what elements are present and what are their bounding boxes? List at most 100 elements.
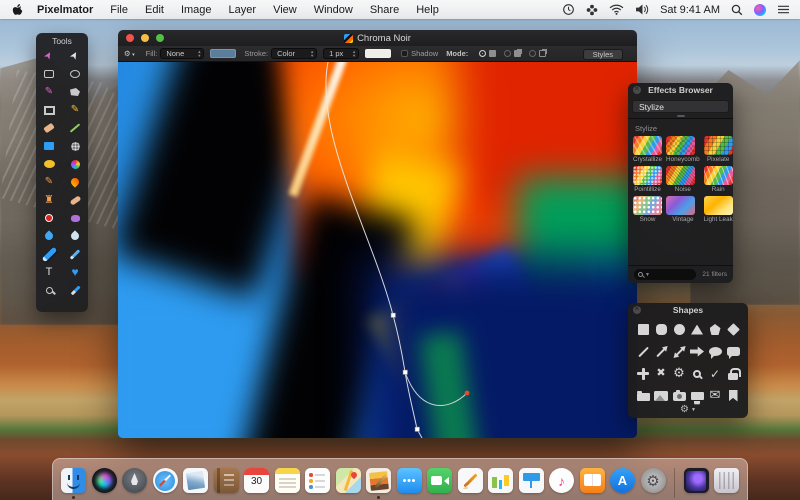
line-tool[interactable] [66,121,84,135]
dock-icon-appstore[interactable] [610,468,635,493]
shape-rounded-square[interactable] [654,323,669,336]
zoom-button[interactable] [156,34,164,42]
sponge-tool[interactable] [66,211,84,225]
ellipse-tool[interactable] [40,157,58,171]
polygon-lasso-tool[interactable] [66,85,84,99]
shape-lock[interactable] [726,367,741,380]
fill-color-swatch[interactable] [210,49,237,58]
gear-icon[interactable]: ⚙ ▾ [124,49,135,58]
shape-double-arrow[interactable] [672,345,687,358]
effect-thumb-noise[interactable] [666,166,696,185]
canvas[interactable] [118,62,637,438]
close-button[interactable] [126,34,134,42]
shape-magnifier[interactable] [690,367,705,380]
dock-icon-messages[interactable] [396,468,422,493]
shape-pentagon[interactable] [708,323,723,336]
dock-icon-maps[interactable] [335,468,361,493]
stroke-type-dropdown[interactable]: Color ▲ ▼ [271,48,318,59]
shape-arrow[interactable] [690,345,705,358]
dock-icon-keynote[interactable] [518,468,544,493]
apple-menu-icon[interactable] [12,3,23,16]
effects-category-dropdown[interactable]: Stylize [632,100,729,113]
shape-line[interactable] [636,345,651,358]
path-anchor[interactable] [414,426,420,432]
shadow-checkbox[interactable] [401,50,409,57]
dock-icon-finder[interactable] [61,468,86,499]
shape-square[interactable] [636,323,651,336]
shape-speech-bubble-round[interactable] [708,345,723,359]
dock-icon-pixelmator[interactable] [366,468,391,499]
shape-diamond[interactable] [726,323,741,336]
stroke-width-stepper[interactable]: 1 px ▲ ▼ [323,48,360,59]
path-endpoint[interactable] [464,390,470,396]
dock-icon-trash[interactable] [714,468,739,493]
dock-icon-mail[interactable] [183,468,208,493]
blur-tool[interactable] [40,229,58,243]
rect-select-tool[interactable] [40,67,58,81]
art-brush-tool[interactable] [66,157,84,171]
effect-thumb-vintage[interactable] [666,196,696,215]
heal-tool[interactable] [66,193,84,207]
effect-thumb-pointillize[interactable] [633,166,662,185]
time-machine-icon[interactable] [562,3,575,16]
shape-plus[interactable] [636,367,651,380]
effects-title-bar[interactable]: Effects Browser [628,83,733,97]
menu-item-app[interactable]: Pixelmator [37,4,93,16]
fan-icon[interactable] [586,4,598,16]
lasso-tool[interactable]: ✎ [40,85,58,99]
shape-picture[interactable] [654,389,669,402]
menu-item-view[interactable]: View [273,4,297,16]
dock-icon-safari[interactable] [152,468,178,493]
effect-thumb-honeycomb[interactable] [666,136,696,155]
dock-icon-launchpad[interactable] [122,468,147,493]
menu-item-edit[interactable]: Edit [145,4,164,16]
effect-thumb-pixelate[interactable] [703,136,733,155]
effects-search-field[interactable]: ▼ [634,269,696,280]
minimize-button[interactable] [141,34,149,42]
shape-envelope[interactable]: ✉ [708,389,723,402]
pen-path[interactable] [118,62,637,438]
spotlight-icon[interactable] [731,4,743,16]
dock-icon-contacts[interactable] [213,468,239,493]
path-anchor[interactable] [390,312,396,318]
smudge-tool[interactable] [66,175,84,189]
sharpen-tool[interactable] [66,229,84,243]
mode-radio-normal[interactable] [479,50,487,57]
menu-item-share[interactable]: Share [370,4,399,16]
shapes-title-bar[interactable]: Shapes [628,303,748,317]
dock-icon-calendar[interactable]: 30 [244,468,269,493]
siri-icon[interactable] [754,3,766,16]
rectangle-tool[interactable] [40,139,58,153]
mode-radio-duplicate[interactable] [504,50,512,57]
mode-radio-outline[interactable] [529,50,537,57]
menu-item-image[interactable]: Image [181,4,212,16]
fill-dropdown[interactable]: None ▲ ▼ [160,48,205,59]
red-eye-tool[interactable] [40,211,58,225]
brush-tool[interactable]: ✎ [40,175,58,189]
styles-button[interactable]: Styles [582,48,623,60]
effect-thumb-snow[interactable] [633,196,662,215]
eyedropper-tool[interactable] [66,283,84,297]
zoom-tool[interactable] [40,283,58,297]
effect-thumb-crystallize[interactable] [633,136,662,155]
pen-tool[interactable] [40,246,58,262]
shape-arrow-line[interactable] [654,345,669,358]
crop-tool[interactable] [40,103,58,117]
shape-tool[interactable]: ♥ [66,265,84,279]
eraser-tool[interactable] [40,121,58,135]
clone-stamp-tool[interactable]: ♜ [40,193,58,207]
menu-bar-clock[interactable]: Sat 9:41 AM [660,4,720,16]
ellipse-select-tool[interactable] [66,67,84,81]
dock-icon-numbers[interactable] [488,468,513,493]
dock-icon-ibooks[interactable] [579,468,605,493]
spray-tool[interactable] [66,139,84,153]
window-title-bar[interactable]: Chroma Noir [118,30,637,46]
volume-icon[interactable] [635,4,649,15]
shape-cross[interactable]: ✖ [654,367,669,380]
notification-center-icon[interactable] [777,4,790,15]
menu-item-help[interactable]: Help [416,4,439,16]
shape-circle[interactable] [672,323,687,336]
shape-display[interactable] [690,389,705,403]
dock-icon-notes[interactable] [274,468,300,493]
shape-speech-bubble-square[interactable] [726,345,741,359]
